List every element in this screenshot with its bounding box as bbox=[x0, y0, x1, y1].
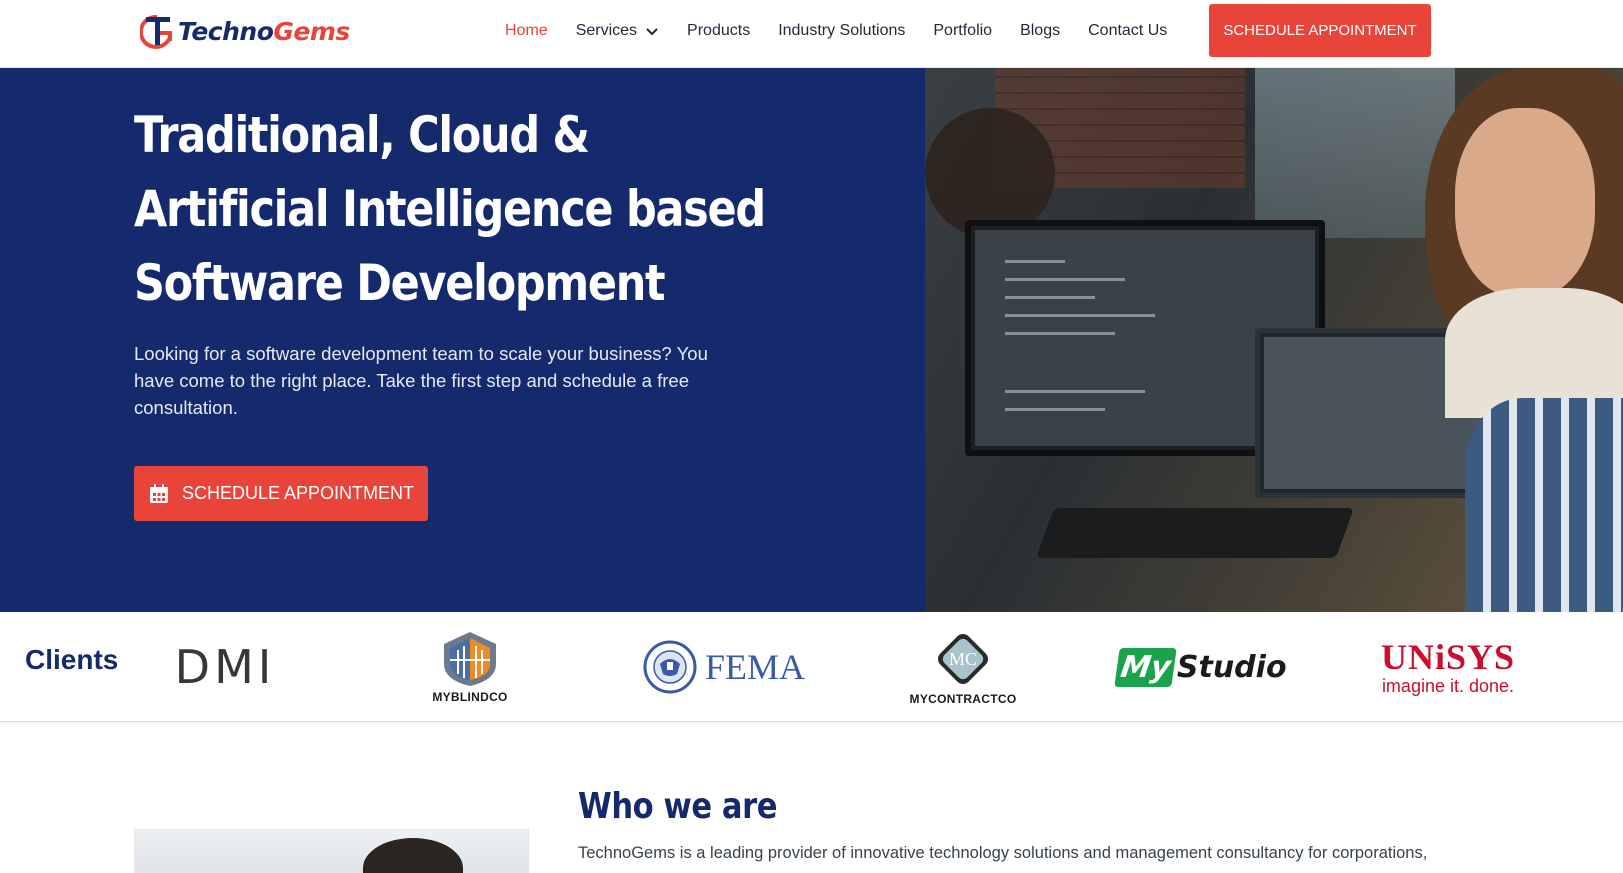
nav-services[interactable]: Services bbox=[576, 22, 659, 40]
clients-heading: Clients bbox=[25, 644, 119, 675]
mycontractco-diamond-icon: MC bbox=[938, 634, 988, 684]
site-header: TechnoGems Home Services Products Indust… bbox=[0, 0, 1623, 68]
client-logo-myblindco: MYBLINDCO bbox=[420, 612, 520, 722]
who-we-are-photo bbox=[134, 829, 529, 873]
logo-wordmark: TechnoGems bbox=[178, 16, 350, 46]
hero-schedule-appointment-button[interactable]: SCHEDULE APPOINTMENT bbox=[134, 466, 428, 521]
nav-portfolio[interactable]: Portfolio bbox=[933, 22, 992, 40]
client-logo-dmi: DMI bbox=[172, 612, 278, 722]
who-we-are-title: Who we are bbox=[578, 786, 778, 827]
hero-text-panel: Traditional, Cloud & Artificial Intellig… bbox=[0, 68, 925, 612]
client-logo-mystudio: My Studio bbox=[1114, 612, 1287, 722]
nav-home[interactable]: Home bbox=[505, 22, 548, 40]
chevron-down-icon bbox=[646, 28, 658, 36]
mycontractco-wordmark: MYCONTRACTCO bbox=[909, 692, 1017, 706]
nav-blogs[interactable]: Blogs bbox=[1020, 22, 1060, 40]
who-we-are-text: TechnoGems is a leading provider of inno… bbox=[578, 844, 1428, 862]
photo-keyboard bbox=[1035, 508, 1355, 558]
clients-strip: Clients DMI MYBLINDCO FEMA MC MYCONTRACT… bbox=[0, 612, 1623, 722]
dmi-wordmark: DMI bbox=[174, 640, 276, 694]
client-logo-unisys: UNiSYS imagine it. done. bbox=[1370, 612, 1526, 722]
myblindco-shield-icon bbox=[444, 632, 496, 686]
hero-photo-developers bbox=[925, 68, 1623, 612]
mycontractco-monogram: MC bbox=[949, 649, 977, 669]
technogems-logo-mark-icon bbox=[140, 14, 172, 49]
client-logo-mycontractco: MC MYCONTRACTCO bbox=[900, 612, 1026, 722]
client-logo-fema: FEMA bbox=[643, 612, 806, 722]
nav-industry-solutions[interactable]: Industry Solutions bbox=[778, 22, 905, 40]
photo-person-foreground bbox=[1465, 398, 1623, 612]
hero-cta-label: SCHEDULE APPOINTMENT bbox=[181, 483, 415, 503]
nav-products[interactable]: Products bbox=[687, 22, 750, 40]
hero-subtitle: Looking for a software development team … bbox=[134, 343, 708, 418]
technogems-logo[interactable]: TechnoGems bbox=[140, 10, 350, 52]
nav-services-label: Services bbox=[575, 22, 638, 39]
header-schedule-appointment-button[interactable]: SCHEDULE APPOINTMENT bbox=[1209, 4, 1431, 57]
mystudio-studio: Studio bbox=[1176, 649, 1287, 685]
unisys-wordmark: UNiSYS bbox=[1380, 637, 1516, 677]
fema-wordmark: FEMA bbox=[704, 647, 806, 687]
hero-section: Traditional, Cloud & Artificial Intellig… bbox=[0, 68, 1623, 612]
dhs-seal-icon bbox=[643, 640, 697, 694]
unisys-tagline: imagine it. done. bbox=[1381, 676, 1515, 696]
photo-person-right-face bbox=[1455, 108, 1595, 298]
myblindco-wordmark: MYBLINDCO bbox=[432, 690, 508, 704]
calendar-icon bbox=[149, 483, 168, 503]
mystudio-my: My bbox=[1114, 647, 1178, 687]
nav-contact-us[interactable]: Contact Us bbox=[1088, 22, 1167, 40]
main-nav: Home Services Products Industry Solution… bbox=[505, 0, 1195, 62]
hero-title: Traditional, Cloud & Artificial Intellig… bbox=[134, 106, 766, 312]
photo-person-left bbox=[925, 108, 1055, 238]
